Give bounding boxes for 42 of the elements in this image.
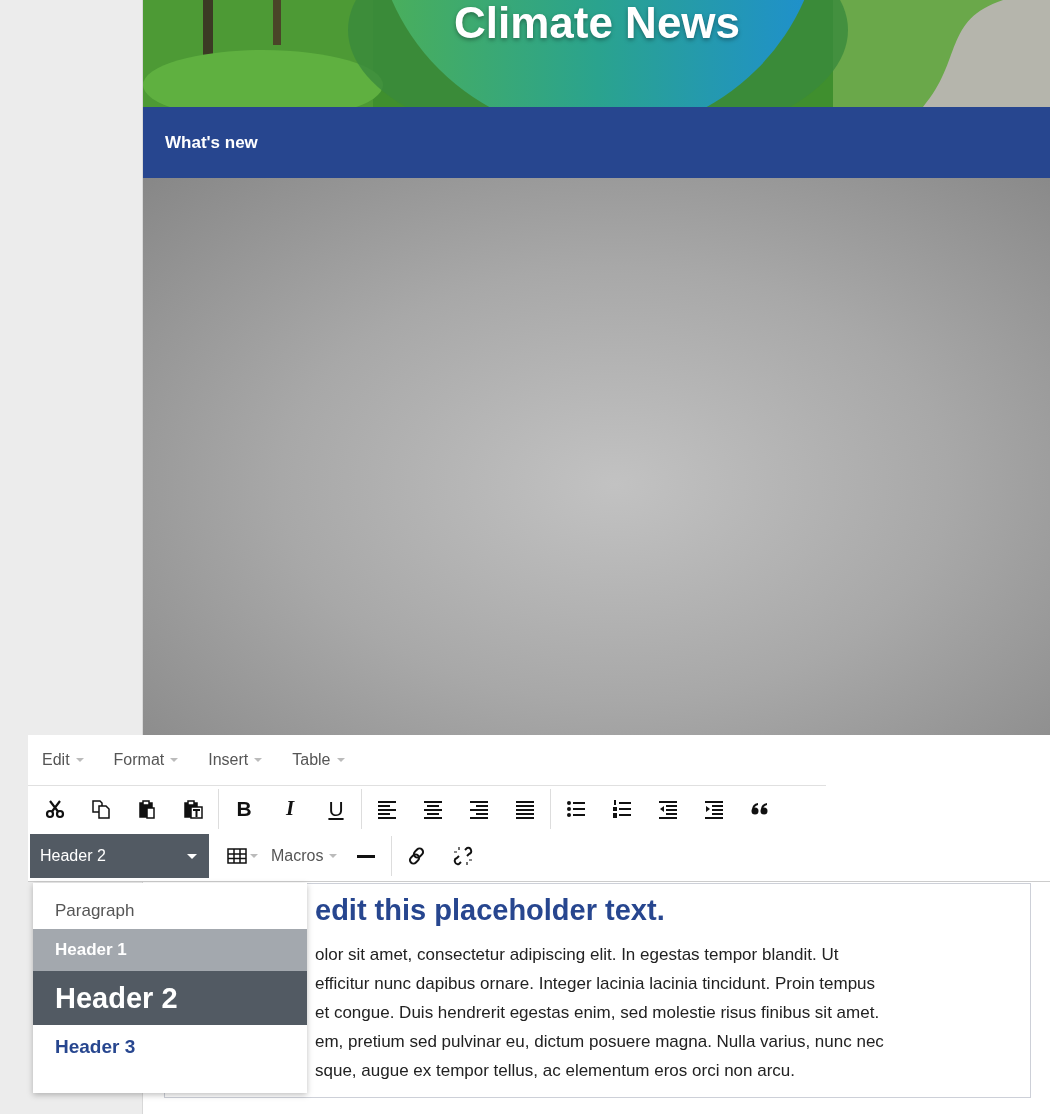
copy-icon (91, 798, 111, 819)
menu-item[interactable]: Format (107, 747, 185, 773)
body-text: em, pretium sed pulvinar eu, dictum posuere magna. Nulla varius, nunc nec (315, 1031, 885, 1053)
caret-icon (75, 758, 84, 762)
italic-button[interactable]: I (267, 791, 313, 826)
underline-button[interactable]: U (313, 791, 359, 826)
menu-item[interactable]: Insert (202, 747, 269, 773)
menu-item[interactable]: Edit (36, 747, 90, 773)
align-right-icon (469, 798, 489, 819)
format-option[interactable]: Header 3 (33, 1025, 307, 1069)
format-option[interactable]: Paragraph (33, 893, 307, 929)
body-text: sque, augue ex tempor tellus, ac elementum eros orci non arcu. (315, 1060, 797, 1082)
format-dropdown[interactable]: Header 2 (30, 834, 209, 878)
horizontal-line-icon (357, 854, 376, 858)
align-left-icon (377, 798, 397, 819)
align-center-icon (423, 798, 443, 819)
caret-icon (254, 758, 263, 762)
banner-title: Climate News (453, 0, 741, 48)
unlink-icon (453, 846, 474, 866)
caret-icon (187, 853, 197, 859)
paste-icon (137, 798, 157, 819)
indent-icon (704, 798, 724, 819)
numbered-list-icon (612, 798, 632, 819)
caret-icon (249, 854, 258, 858)
justify-icon (515, 798, 535, 819)
caret-icon (170, 758, 179, 762)
format-option[interactable]: Header 2 (33, 971, 307, 1025)
bold-button[interactable]: B (221, 791, 267, 826)
caret-icon (329, 854, 338, 858)
body-text: olor sit amet, consectetur adipiscing elit. In egestas tempor blandit. Ut (315, 944, 840, 966)
nav-link[interactable]: What's new (165, 132, 258, 153)
body-text: et congue. Duis hendrerit egestas enim, sed molestie risus finibus sit amet. (315, 1002, 881, 1024)
cut-icon (45, 798, 65, 819)
content-heading: edit this placeholder text. (315, 893, 666, 928)
bullet-list-icon (566, 798, 586, 819)
table-icon (226, 846, 247, 866)
caret-icon (336, 758, 345, 762)
paste-text-icon (183, 798, 203, 819)
macros-dropdown[interactable]: Macros (265, 843, 344, 869)
menu-item[interactable]: Table (286, 747, 351, 773)
body-text: efficitur nunc dapibus ornare. Integer lacinia lacinia tincidunt. Proin tempus (315, 973, 877, 995)
outdent-icon (658, 798, 678, 819)
